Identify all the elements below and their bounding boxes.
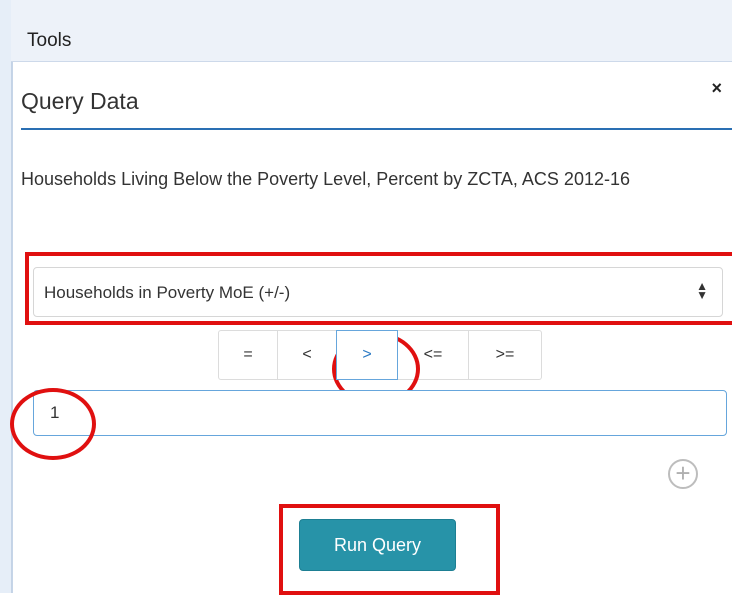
close-icon[interactable]: × bbox=[711, 78, 722, 99]
tools-header: Tools bbox=[11, 0, 732, 62]
field-select[interactable]: Households in Poverty MoE (+/-) ▲ ▼ bbox=[33, 267, 723, 317]
query-value-input[interactable] bbox=[33, 390, 727, 436]
operator-equals-button[interactable]: = bbox=[218, 330, 278, 380]
operator-greater-than-button[interactable]: > bbox=[336, 330, 398, 380]
tools-title: Tools bbox=[27, 30, 72, 51]
add-condition-icon[interactable]: + bbox=[668, 459, 698, 489]
operator-button-group: = < > <= >= bbox=[218, 330, 542, 380]
field-select-value: Households in Poverty MoE (+/-) bbox=[44, 283, 291, 302]
operator-less-than-button[interactable]: < bbox=[277, 330, 337, 380]
select-caret-icon: ▲ ▼ bbox=[696, 279, 708, 302]
operator-less-equal-button[interactable]: <= bbox=[397, 330, 469, 380]
layer-description: Households Living Below the Poverty Leve… bbox=[21, 169, 630, 189]
title-divider bbox=[21, 128, 732, 130]
left-frame-edge bbox=[0, 0, 12, 593]
panel-title: Query Data bbox=[21, 88, 139, 114]
run-query-button[interactable]: Run Query bbox=[299, 519, 456, 571]
operator-greater-equal-button[interactable]: >= bbox=[468, 330, 542, 380]
query-data-panel: Query Data × Households Living Below the… bbox=[10, 62, 732, 595]
